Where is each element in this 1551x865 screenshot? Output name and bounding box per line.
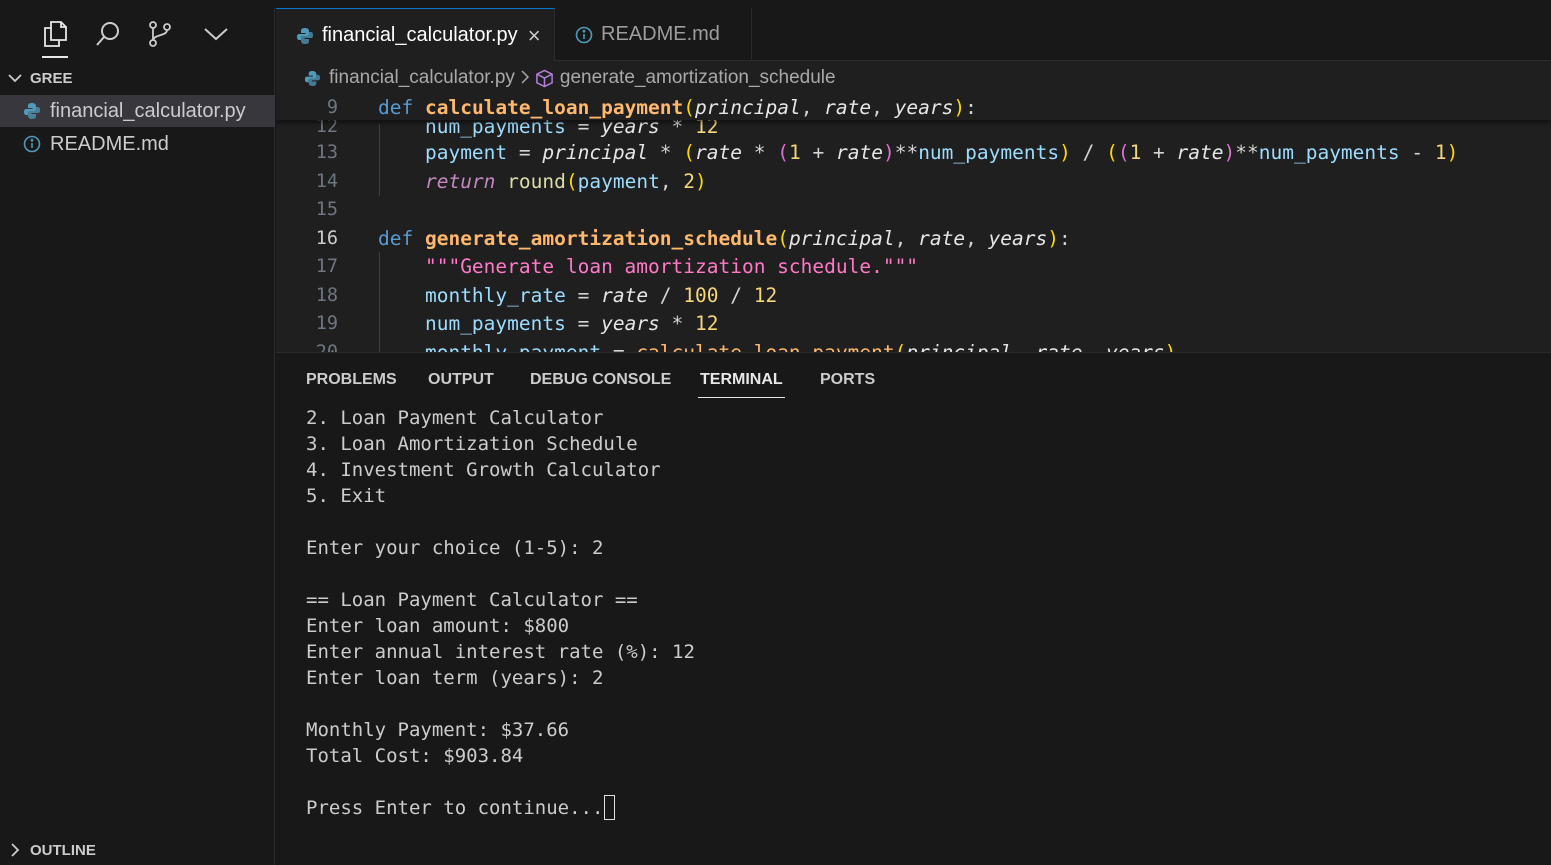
explorer-icon[interactable] bbox=[38, 17, 72, 58]
chevron-right-icon bbox=[521, 68, 529, 89]
code-line: 13 payment = principal * (rate * (1 + ra… bbox=[315, 140, 1459, 164]
explorer-sidebar: GREE financial_calculator.py README.md O… bbox=[0, 8, 275, 865]
breadcrumb-symbol[interactable]: generate_amortization_schedule bbox=[560, 67, 836, 89]
info-icon bbox=[575, 26, 593, 44]
explorer-section-header[interactable]: GREE bbox=[0, 65, 275, 91]
terminal-line: Enter your choice (1-5): 2 bbox=[306, 537, 604, 559]
chevron-right-icon bbox=[0, 843, 30, 857]
editor-tab-bar: financial_calculator.py × README.md bbox=[276, 8, 1551, 62]
close-icon[interactable]: × bbox=[528, 23, 541, 49]
info-icon bbox=[22, 135, 42, 153]
outline-section-header[interactable]: OUTLINE bbox=[0, 837, 275, 863]
terminal-line: 3. Loan Amortization Schedule bbox=[306, 433, 638, 455]
terminal-prompt: Press Enter to continue... bbox=[306, 797, 604, 819]
file-item-financial-calculator[interactable]: financial_calculator.py bbox=[0, 95, 275, 127]
search-icon[interactable] bbox=[91, 17, 125, 51]
activity-bar bbox=[0, 8, 275, 60]
tab-label: README.md bbox=[601, 23, 720, 45]
tab-label: financial_calculator.py bbox=[322, 24, 518, 46]
terminal-line: 5. Exit bbox=[306, 485, 387, 507]
terminal-cursor bbox=[604, 795, 616, 820]
tab-debug-console[interactable]: DEBUG CONSOLE bbox=[530, 371, 671, 389]
terminal-line: == Loan Payment Calculator == bbox=[306, 589, 638, 611]
chevron-down-icon bbox=[0, 73, 30, 83]
terminal-line: Monthly Payment: $37.66 bbox=[306, 719, 570, 741]
cube-icon bbox=[535, 69, 554, 88]
code-line: 19 num_payments = years * 12 bbox=[315, 311, 719, 335]
code-line: 18 monthly_rate = rate / 100 / 12 bbox=[315, 283, 778, 307]
bottom-panel: PROBLEMS OUTPUT DEBUG CONSOLE TERMINAL P… bbox=[276, 352, 1551, 865]
tab-problems[interactable]: PROBLEMS bbox=[306, 371, 397, 389]
tab-output[interactable]: OUTPUT bbox=[428, 371, 494, 389]
outline-title: OUTLINE bbox=[30, 841, 96, 859]
tab-readme[interactable]: README.md bbox=[555, 8, 752, 61]
chevron-down-icon[interactable] bbox=[199, 17, 233, 51]
editor-area: financial_calculator.py × README.md fina… bbox=[276, 8, 1551, 352]
code-editor[interactable]: 12 num_payments = years * 12 9 def calcu… bbox=[276, 94, 1551, 352]
tab-ports[interactable]: PORTS bbox=[820, 371, 875, 389]
python-file-icon bbox=[304, 70, 321, 87]
terminal-line: Enter annual interest rate (%): 12 bbox=[306, 641, 695, 663]
terminal-line: Enter loan term (years): 2 bbox=[306, 667, 604, 689]
tab-financial-calculator[interactable]: financial_calculator.py × bbox=[276, 8, 555, 62]
explorer-folder-title: GREE bbox=[30, 69, 73, 87]
code-line: 20 monthly_payment = calculate_loan_paym… bbox=[315, 340, 1177, 353]
terminal-line: 4. Investment Growth Calculator bbox=[306, 459, 661, 481]
code-line: 17 """Generate loan amortization schedul… bbox=[315, 254, 919, 278]
breadcrumb: financial_calculator.py generate_amortiz… bbox=[304, 66, 836, 90]
terminal-output[interactable]: 2. Loan Payment Calculator 3. Loan Amort… bbox=[306, 405, 695, 821]
terminal-prompt-line: Press Enter to continue... bbox=[306, 795, 695, 821]
file-item-readme[interactable]: README.md bbox=[0, 128, 275, 160]
code-line-current: 16 def generate_amortization_schedule(pr… bbox=[315, 226, 1071, 250]
terminal-line: Enter loan amount: $800 bbox=[306, 615, 570, 637]
breadcrumb-file[interactable]: financial_calculator.py bbox=[329, 67, 515, 89]
tab-terminal[interactable]: TERMINAL bbox=[698, 371, 785, 398]
terminal-line: 2. Loan Payment Calculator bbox=[306, 407, 604, 429]
code-line: 15 bbox=[315, 198, 338, 220]
python-file-icon bbox=[22, 102, 42, 120]
terminal-line: Total Cost: $903.84 bbox=[306, 745, 524, 767]
sticky-scroll-line[interactable]: 9 def calculate_loan_payment(principal, … bbox=[276, 94, 1551, 120]
python-file-icon bbox=[296, 27, 314, 45]
file-item-label: financial_calculator.py bbox=[50, 99, 246, 122]
code-line: 14 return round(payment, 2) bbox=[315, 169, 707, 193]
source-control-icon[interactable] bbox=[143, 17, 177, 51]
file-item-label: README.md bbox=[50, 132, 169, 155]
